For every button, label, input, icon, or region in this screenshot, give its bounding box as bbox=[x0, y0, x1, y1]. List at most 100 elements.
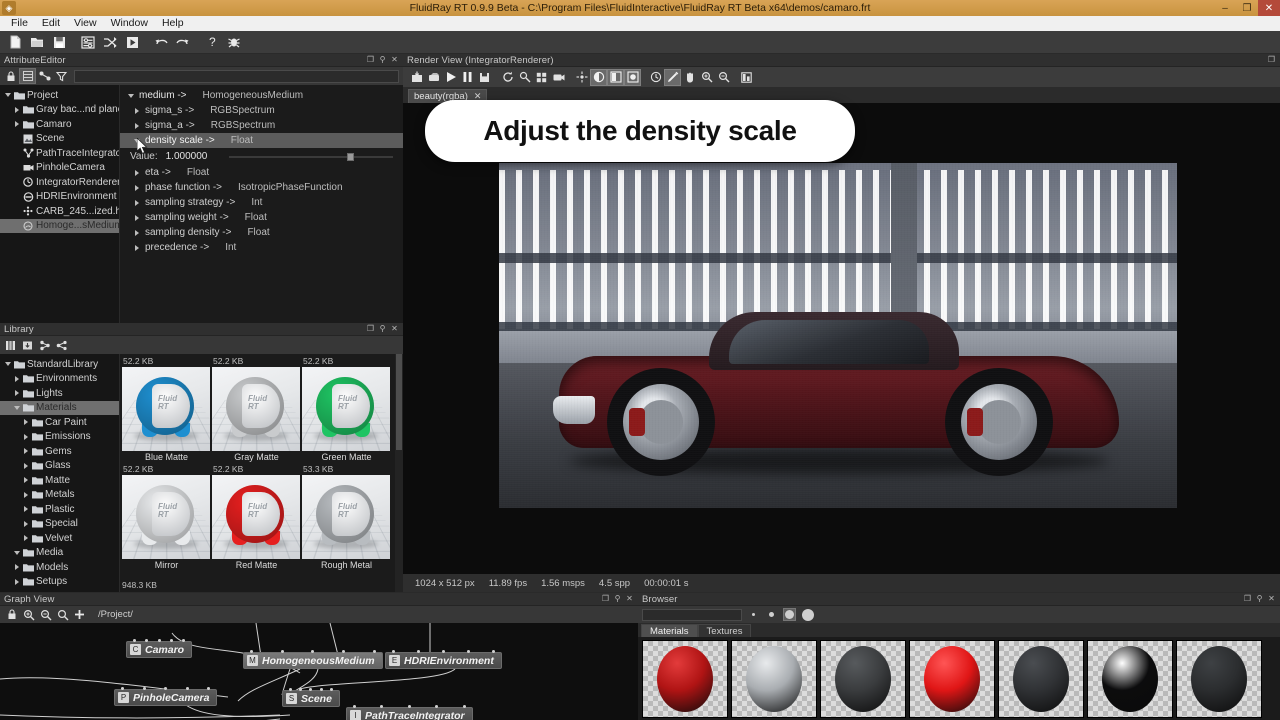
save-file-icon[interactable] bbox=[48, 32, 70, 52]
tree-item-hdrienvironment[interactable]: HDRIEnvironment bbox=[0, 190, 119, 205]
browser-material-cell[interactable] bbox=[1176, 640, 1262, 718]
pin-icon[interactable]: ⚲ bbox=[1255, 595, 1264, 604]
density-scale-value-row[interactable]: Value: 1.000000 bbox=[120, 148, 403, 165]
density-scale-value[interactable]: 1.000000 bbox=[166, 151, 208, 162]
menu-item-edit[interactable]: Edit bbox=[35, 16, 67, 31]
library-item-gems[interactable]: Gems bbox=[0, 444, 119, 459]
library-item-matte[interactable]: Matte bbox=[0, 473, 119, 488]
library-item-emissions[interactable]: Emissions bbox=[0, 430, 119, 445]
graph-node-homogeneousmedium[interactable]: M HomogeneousMedium bbox=[243, 650, 383, 669]
material-thumbnail[interactable]: Fluid RT bbox=[212, 475, 300, 559]
tree-item-scene[interactable]: Scene bbox=[0, 132, 119, 147]
library-material-cell[interactable]: 52.2 KB Fluid RT Blue Matte bbox=[122, 356, 211, 464]
library-grid[interactable]: 52.2 KB Fluid RT Blue Matte 52.2 KB Fluid RT Gr… bbox=[120, 354, 403, 572]
property-row-sigma-a[interactable]: sigma_a -> RGBSpectrum bbox=[120, 118, 403, 133]
float-icon[interactable]: ❐ bbox=[601, 595, 610, 604]
library-item-media[interactable]: Media bbox=[0, 546, 119, 561]
redo-icon[interactable] bbox=[172, 32, 194, 52]
property-row-eta[interactable]: eta -> Float bbox=[120, 165, 403, 180]
add-node-icon[interactable] bbox=[71, 607, 88, 623]
library-item-metals[interactable]: Metals bbox=[0, 488, 119, 503]
new-file-icon[interactable] bbox=[4, 32, 26, 52]
zoom-out-icon[interactable] bbox=[37, 607, 54, 623]
material-thumbnail[interactable]: Fluid RT bbox=[122, 367, 210, 451]
library-item-car-paint[interactable]: Car Paint bbox=[0, 415, 119, 430]
zoom-out-icon[interactable] bbox=[715, 69, 732, 86]
property-row-phase-function[interactable]: phase function -> IsotropicPhaseFunction bbox=[120, 180, 403, 195]
import-icon[interactable] bbox=[19, 337, 36, 353]
property-row-precedence[interactable]: precedence -> Int bbox=[120, 240, 403, 255]
channel-depth-icon[interactable] bbox=[624, 68, 641, 86]
property-row-density-scale[interactable]: density scale -> Float bbox=[120, 133, 403, 148]
graph-path-breadcrumb[interactable]: /Project/ bbox=[98, 609, 133, 620]
menu-item-file[interactable]: File bbox=[4, 16, 35, 31]
tree-item-integratorrenderer[interactable]: IntegratorRenderer bbox=[0, 175, 119, 190]
property-row-sigma-s[interactable]: sigma_s -> RGBSpectrum bbox=[120, 103, 403, 118]
thumb-size-s-button[interactable] bbox=[765, 608, 778, 621]
browser-material-cell[interactable] bbox=[998, 640, 1084, 718]
browser-material-cell[interactable] bbox=[642, 640, 728, 718]
library-scrollbar[interactable] bbox=[395, 354, 403, 592]
browser-material-cell[interactable] bbox=[1087, 640, 1173, 718]
stop-icon[interactable] bbox=[476, 69, 493, 86]
library-material-cell[interactable]: 52.2 KB Fluid RT Mirror bbox=[122, 464, 211, 572]
library-item-plastic[interactable]: Plastic bbox=[0, 502, 119, 517]
float-icon[interactable]: ❐ bbox=[1243, 595, 1252, 604]
float-icon[interactable]: ❐ bbox=[366, 325, 375, 334]
menu-item-help[interactable]: Help bbox=[155, 16, 191, 31]
zoom-in-icon[interactable] bbox=[20, 607, 37, 623]
browser-grid[interactable] bbox=[638, 637, 1280, 720]
channel-alpha-icon[interactable] bbox=[607, 68, 624, 86]
tree-item-gray-bac-nd-plane[interactable]: Gray bac...nd plane bbox=[0, 103, 119, 118]
library-material-cell[interactable]: 53.3 KB Fluid RT Rough Metal bbox=[302, 464, 391, 572]
library-tree[interactable]: StandardLibrary Environments Lights Materia… bbox=[0, 354, 120, 592]
pin-icon[interactable]: ⚲ bbox=[378, 325, 387, 334]
graph-node-camaro[interactable]: C Camaro bbox=[126, 639, 193, 658]
thumb-size-xs-button[interactable] bbox=[747, 608, 760, 621]
open-file-icon[interactable] bbox=[26, 32, 48, 52]
tab-materials[interactable]: Materials bbox=[641, 624, 698, 637]
library-material-cell[interactable]: 52.2 KB Fluid RT Gray Matte bbox=[212, 356, 301, 464]
pause-icon[interactable] bbox=[459, 69, 476, 86]
browser-material-cell[interactable] bbox=[909, 640, 995, 718]
property-row-medium[interactable]: medium -> HomogeneousMedium bbox=[120, 88, 403, 103]
material-thumbnail[interactable]: Fluid RT bbox=[122, 475, 210, 559]
clock-icon[interactable] bbox=[647, 69, 664, 86]
library-material-cell[interactable]: 52.2 KB Fluid RT Green Matte bbox=[302, 356, 391, 464]
tree-item-project[interactable]: Project bbox=[0, 88, 119, 103]
channel-rgb-icon[interactable] bbox=[590, 68, 607, 86]
pin-icon[interactable]: ⚲ bbox=[613, 595, 622, 604]
lock-icon[interactable] bbox=[2, 68, 19, 84]
thumb-size-m-button[interactable] bbox=[783, 608, 796, 621]
property-row-sampling-weight[interactable]: sampling weight -> Float bbox=[120, 210, 403, 225]
camera-icon[interactable] bbox=[550, 69, 567, 86]
library-item-setups[interactable]: Setups bbox=[0, 575, 119, 590]
pin-icon[interactable]: ⚲ bbox=[378, 56, 387, 65]
help-icon[interactable]: ? bbox=[201, 32, 223, 52]
close-icon[interactable]: ✕ bbox=[390, 325, 399, 334]
graph-node-pathtraceintegrator[interactable]: I PathTraceIntegrator bbox=[346, 705, 473, 720]
close-icon[interactable]: ✕ bbox=[625, 595, 634, 604]
pan-icon[interactable] bbox=[681, 69, 698, 86]
grid-icon[interactable] bbox=[533, 69, 550, 86]
float-icon[interactable]: ❐ bbox=[366, 56, 375, 65]
graph-canvas[interactable]: C Camaro M HomogeneousMedium E HDRIEnvironmen… bbox=[0, 623, 638, 720]
histogram-icon[interactable] bbox=[738, 69, 755, 86]
scene-tree[interactable]: Project Gray bac...nd plane Camaro Scene Pat… bbox=[0, 85, 120, 323]
browser-material-cell[interactable] bbox=[820, 640, 906, 718]
graph-node-hdrienvironment[interactable]: E HDRIEnvironment bbox=[385, 650, 502, 669]
library-item-lights[interactable]: Lights bbox=[0, 386, 119, 401]
filter-icon[interactable] bbox=[53, 68, 70, 84]
tree-item-homoge-smedium[interactable]: Homoge...sMedium bbox=[0, 218, 119, 233]
library-item-materials[interactable]: Materials bbox=[0, 400, 119, 415]
apply-icon[interactable] bbox=[36, 337, 53, 353]
node-icon[interactable] bbox=[36, 68, 53, 84]
property-row-sampling-strategy[interactable]: sampling strategy -> Int bbox=[120, 195, 403, 210]
bug-icon[interactable] bbox=[223, 32, 245, 52]
library-material-cell[interactable]: 52.2 KB Fluid RT Red Matte bbox=[212, 464, 301, 572]
undo-icon[interactable] bbox=[150, 32, 172, 52]
region-icon[interactable] bbox=[516, 69, 533, 86]
tree-item-camaro[interactable]: Camaro bbox=[0, 117, 119, 132]
render-canvas[interactable] bbox=[403, 103, 1280, 574]
tree-item-pathtraceintegrator[interactable]: PathTraceIntegrator bbox=[0, 146, 119, 161]
